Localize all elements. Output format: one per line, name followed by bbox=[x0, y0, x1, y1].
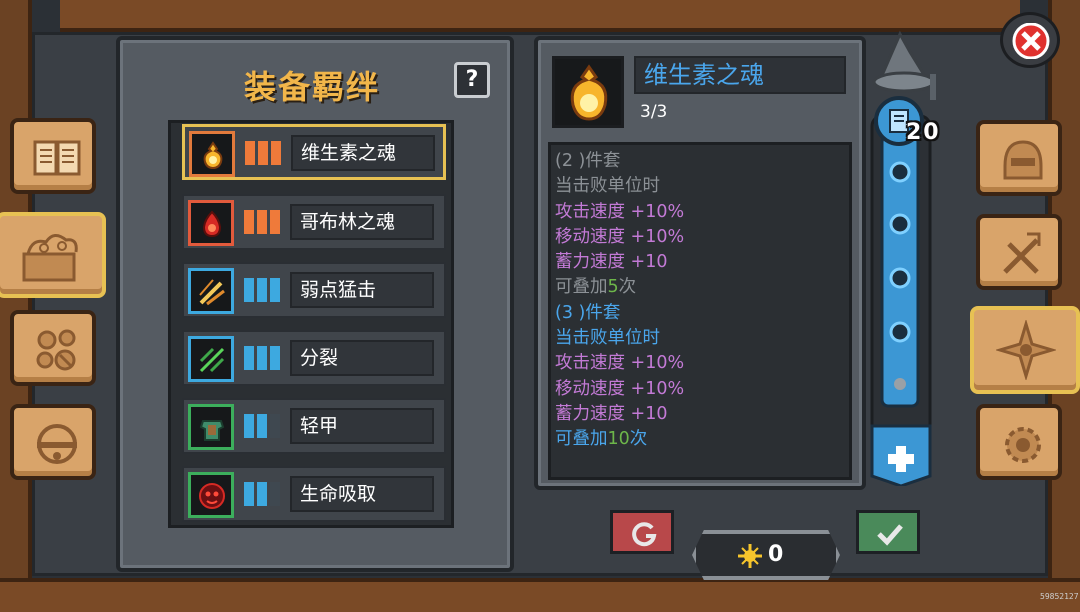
book-icon bbox=[33, 140, 81, 176]
bond-row-goblin-soul[interactable]: 哥布林之魂 bbox=[182, 194, 446, 250]
close-icon bbox=[1012, 23, 1050, 59]
wizard-statue-icon bbox=[872, 30, 936, 100]
gem-coin-icon bbox=[738, 544, 762, 568]
set-3-effect: 移动速度 +10% bbox=[555, 378, 685, 399]
bond-label: 弱点猛击 bbox=[290, 272, 434, 308]
stack-prefix: 可叠加 bbox=[555, 277, 608, 298]
stack-prefix: 可叠加 bbox=[555, 429, 608, 450]
set-2-effect: 攻击速度 +10% bbox=[555, 201, 685, 222]
tab-settings[interactable] bbox=[976, 404, 1062, 480]
tab-book[interactable] bbox=[10, 118, 96, 194]
bond-row-light-armor[interactable]: 轻甲 bbox=[182, 398, 446, 454]
bond-detail-name: 维生素之魂 bbox=[634, 56, 846, 94]
wooden-frame-bottom bbox=[0, 578, 1080, 612]
wooden-frame-top bbox=[60, 0, 1020, 32]
life-steal-icon bbox=[188, 472, 234, 518]
skill-upgrade-icon bbox=[1003, 232, 1041, 274]
close-button[interactable] bbox=[1000, 12, 1060, 68]
red-soul-icon bbox=[188, 200, 234, 246]
set-3-effect: 蓄力速度 +10 bbox=[555, 403, 668, 424]
tab-character[interactable] bbox=[976, 120, 1062, 196]
tab-helm[interactable] bbox=[10, 404, 96, 480]
set-2-effect: 移动速度 +10% bbox=[555, 226, 685, 247]
helm-wheel-icon bbox=[37, 424, 77, 464]
tier-bars bbox=[244, 210, 282, 234]
cloud-chest-icon bbox=[22, 234, 78, 282]
stack-suffix: 次 bbox=[618, 277, 637, 298]
check-icon bbox=[877, 524, 903, 546]
tier-bars bbox=[244, 278, 282, 302]
golden-soul-icon bbox=[552, 56, 624, 128]
bond-compass-icon bbox=[996, 320, 1056, 380]
light-armor-icon bbox=[188, 404, 234, 450]
bond-row-life-steal[interactable]: 生命吸取 bbox=[182, 466, 446, 522]
golden-soul-icon bbox=[189, 131, 235, 177]
set-3-header: (3 )件套 bbox=[555, 302, 621, 323]
page-title: 装备羁绊 bbox=[244, 68, 381, 106]
beast-tracks-icon bbox=[36, 329, 76, 371]
tab-bonds-collection[interactable] bbox=[0, 212, 106, 298]
tab-bonds[interactable] bbox=[970, 306, 1080, 394]
tier-bars bbox=[244, 482, 282, 506]
set-2-stack: 可叠加5次 bbox=[555, 275, 849, 300]
wooden-frame-left bbox=[0, 0, 32, 608]
stack-number: 10 bbox=[607, 429, 630, 450]
confirm-button[interactable] bbox=[856, 510, 920, 554]
bond-label: 分裂 bbox=[290, 340, 434, 376]
stack-suffix: 次 bbox=[629, 429, 648, 450]
helmet-icon bbox=[1003, 140, 1043, 180]
bond-label: 生命吸取 bbox=[290, 476, 434, 512]
weak-strike-icon bbox=[188, 268, 234, 314]
bond-row-vitamin-soul[interactable]: 维生素之魂 bbox=[182, 124, 446, 180]
set-2-header: (2 )件套 bbox=[555, 151, 621, 171]
bond-piece-count: 3/3 bbox=[640, 102, 668, 122]
bond-row-split[interactable]: 分裂 bbox=[182, 330, 446, 386]
bond-row-weak-strike[interactable]: 弱点猛击 bbox=[182, 262, 446, 318]
stack-number: 5 bbox=[607, 277, 619, 298]
tab-beasts[interactable] bbox=[10, 310, 96, 386]
currency-value: 0 bbox=[768, 542, 784, 567]
help-button[interactable]: ? bbox=[454, 62, 490, 98]
tab-skills[interactable] bbox=[976, 214, 1062, 290]
set-2-effect: 蓄力速度 +10 bbox=[555, 252, 668, 273]
set-3-effect: 攻击速度 +10% bbox=[555, 353, 685, 374]
reset-button[interactable] bbox=[610, 510, 674, 554]
level-track bbox=[870, 114, 932, 486]
set-3-trigger: 当击败单位时 bbox=[555, 328, 660, 349]
bond-label: 轻甲 bbox=[290, 408, 434, 444]
bond-label: 维生素之魂 bbox=[291, 135, 435, 171]
tier-bars bbox=[244, 414, 282, 438]
gear-settings-icon bbox=[1005, 427, 1041, 463]
wooden-frame-right bbox=[1048, 0, 1080, 608]
split-arrows-icon bbox=[188, 336, 234, 382]
tier-bars bbox=[245, 141, 283, 165]
set-2-trigger: 当击败单位时 bbox=[555, 176, 660, 197]
level-value: 20 bbox=[906, 120, 941, 145]
set-3-stack: 可叠加10次 bbox=[555, 427, 849, 452]
bond-label: 哥布林之魂 bbox=[290, 204, 434, 240]
reset-icon bbox=[632, 522, 657, 547]
watermark: 59852127 bbox=[1040, 592, 1079, 601]
tier-bars bbox=[244, 346, 282, 370]
currency-display bbox=[692, 530, 840, 580]
bond-description: (2 )件套 当击败单位时 攻击速度 +10% 移动速度 +10% 蓄力速度 +… bbox=[548, 142, 852, 480]
